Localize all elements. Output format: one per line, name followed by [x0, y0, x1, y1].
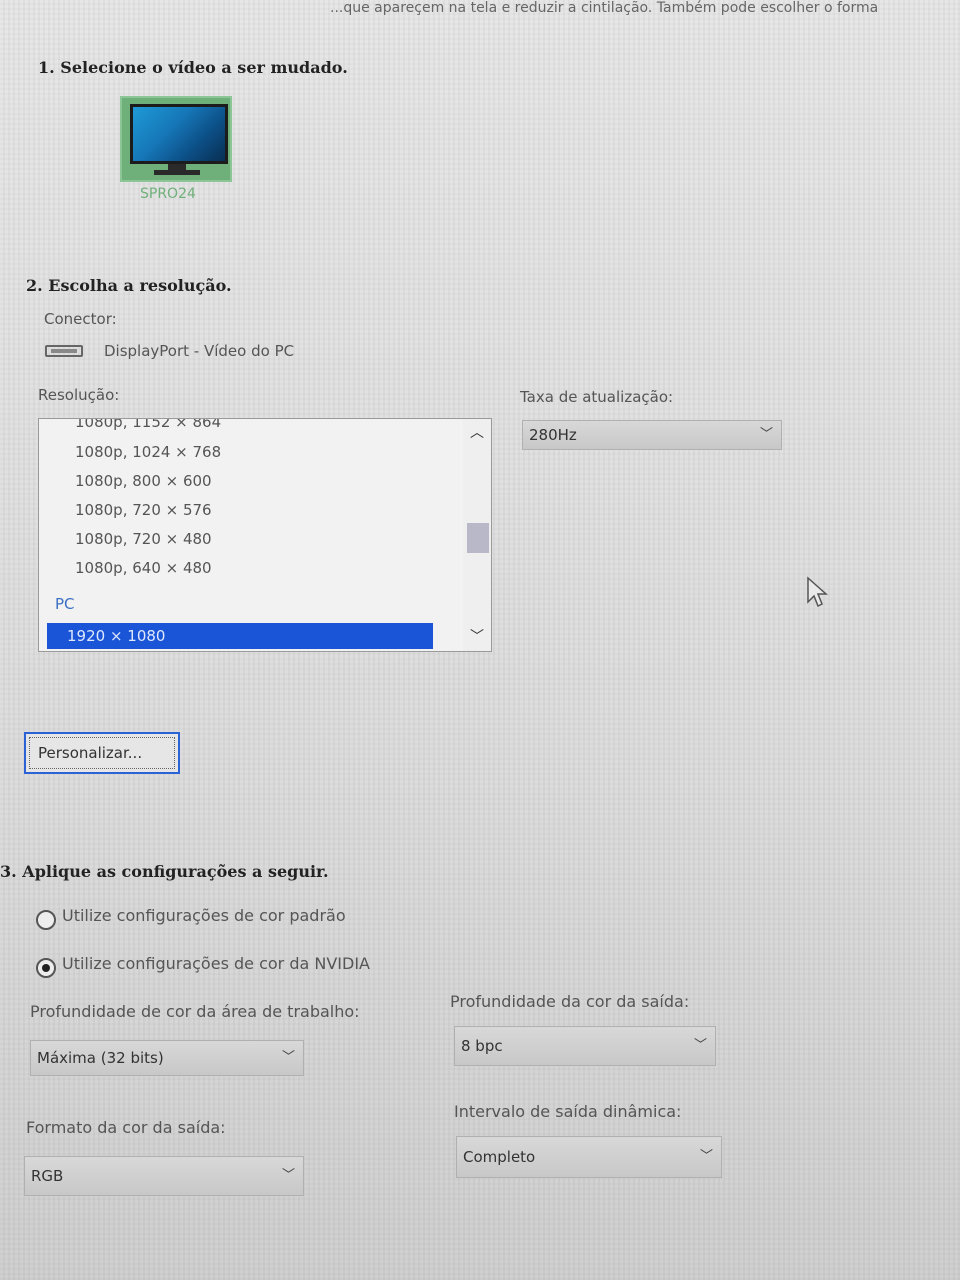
radio-default-colors-label: Utilize configurações de cor padrão: [62, 906, 346, 925]
chevron-up-icon[interactable]: ︿: [469, 425, 485, 441]
chevron-down-icon: ﹀: [699, 1149, 713, 1164]
section2-title: 2. Escolha a resolução.: [26, 276, 232, 295]
list-item[interactable]: 1080p, 1152 × 864: [75, 419, 221, 431]
mouse-pointer-icon: [807, 576, 828, 608]
list-item[interactable]: 1080p, 720 × 480: [75, 530, 212, 548]
list-item[interactable]: 1080p, 800 × 600: [75, 472, 212, 490]
radio-nvidia-colors-label: Utilize configurações de cor da NVIDIA: [62, 954, 370, 973]
chevron-down-icon: ﹀: [759, 427, 773, 442]
desktop-depth-dropdown[interactable]: Máxima (32 bits) ﹀: [30, 1040, 304, 1076]
output-format-value: RGB: [31, 1167, 64, 1185]
section1-title: 1. Selecione o vídeo a ser mudado.: [38, 58, 348, 77]
description-text: ...que apareçem na tela e reduzir a cint…: [330, 0, 879, 16]
monitor-icon: [130, 104, 228, 164]
output-format-label: Formato da cor da saída:: [26, 1118, 226, 1137]
refresh-rate-value: 280Hz: [529, 426, 577, 444]
display-tile[interactable]: [120, 96, 232, 182]
group-label-pc: PC: [55, 595, 75, 613]
refresh-rate-dropdown[interactable]: 280Hz ﹀: [522, 420, 782, 450]
nvidia-change-resolution-page: ...que apareçem na tela e reduzir a cint…: [0, 0, 960, 1280]
dynamic-range-dropdown[interactable]: Completo ﹀: [456, 1136, 722, 1178]
dynamic-range-value: Completo: [463, 1148, 536, 1166]
list-item[interactable]: 1080p, 640 × 480: [75, 559, 212, 577]
displayport-icon: [45, 345, 83, 357]
output-depth-label: Profundidade da cor da saída:: [450, 992, 690, 1011]
list-item[interactable]: 1080p, 1024 × 768: [75, 443, 221, 461]
resolution-label: Resolução:: [38, 386, 120, 404]
radio-nvidia-colors[interactable]: [36, 958, 56, 978]
desktop-depth-value: Máxima (32 bits): [37, 1049, 164, 1067]
display-name: SPRO24: [140, 186, 196, 202]
chevron-down-icon[interactable]: ﹀: [469, 629, 485, 645]
section3-title: 3. Aplique as configurações a seguir.: [0, 862, 329, 881]
chevron-down-icon: ﹀: [693, 1038, 707, 1053]
resolution-scrollbar[interactable]: ︿ ﹀: [463, 419, 491, 651]
chevron-down-icon: ﹀: [281, 1168, 295, 1183]
scroll-thumb[interactable]: [467, 523, 489, 553]
selected-resolution-item[interactable]: 1920 × 1080: [47, 623, 433, 649]
output-depth-value: 8 bpc: [461, 1037, 503, 1055]
output-depth-dropdown[interactable]: 8 bpc ﹀: [454, 1026, 716, 1066]
list-item[interactable]: 1080p, 720 × 576: [75, 501, 212, 519]
resolution-listbox[interactable]: 1080p, 1152 × 864 1080p, 1024 × 768 1080…: [38, 418, 492, 652]
desktop-depth-label: Profundidade de cor da área de trabalho:: [30, 1002, 360, 1021]
radio-default-colors[interactable]: [36, 910, 56, 930]
customize-button[interactable]: Personalizar...: [24, 732, 180, 774]
connector-value: DisplayPort - Vídeo do PC: [104, 342, 295, 360]
refresh-rate-label: Taxa de atualização:: [520, 388, 674, 406]
output-format-dropdown[interactable]: RGB ﹀: [24, 1156, 304, 1196]
dynamic-range-label: Intervalo de saída dinâmica:: [454, 1102, 682, 1121]
chevron-down-icon: ﹀: [281, 1050, 295, 1065]
customize-button-label: Personalizar...: [38, 744, 143, 762]
connector-label: Conector:: [44, 310, 117, 328]
